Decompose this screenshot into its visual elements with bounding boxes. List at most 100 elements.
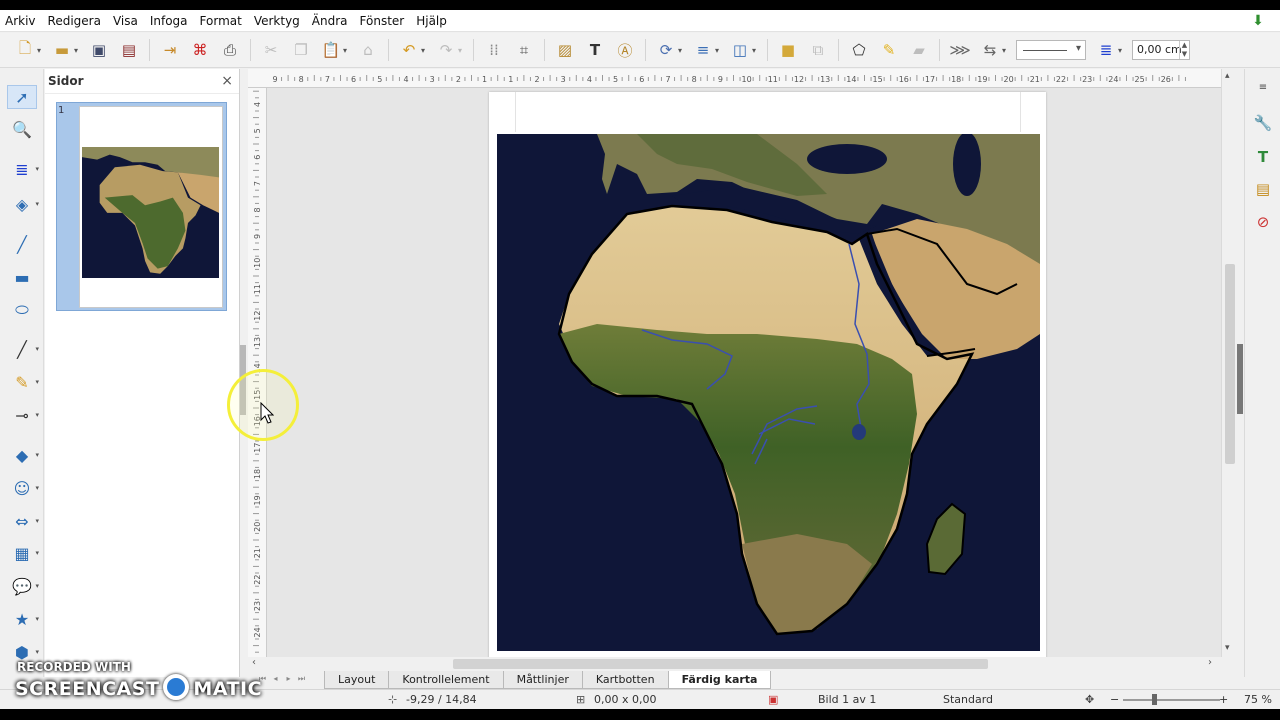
drawing-canvas[interactable] — [267, 88, 1221, 657]
zoom-out-button[interactable]: − — [1110, 693, 1119, 706]
slide-thumbnail[interactable] — [79, 106, 223, 308]
new-document-icon[interactable]: 🗋 — [13, 38, 37, 62]
line-width-field[interactable]: 0,00 cm ▲ ▼ — [1132, 40, 1190, 60]
tab-mattlinjer[interactable]: Måttlinjer — [502, 671, 583, 689]
line-color-dropdown-icon[interactable]: ▾ — [1118, 46, 1126, 55]
arrange-dropdown-icon[interactable]: ▾ — [752, 46, 760, 55]
pdf-icon[interactable]: ⌘ — [188, 38, 212, 62]
gallery-icon[interactable]: ▤ — [1251, 177, 1275, 201]
horizontal-scrollbar[interactable]: ‹ › — [248, 657, 1221, 671]
export-icon[interactable]: ⇥ — [158, 38, 182, 62]
cut-icon[interactable]: ✂ — [259, 38, 283, 62]
copy-icon[interactable]: ❐ — [289, 38, 313, 62]
menu-andra[interactable]: Ändra — [306, 10, 354, 32]
zoom-slider-knob[interactable] — [1152, 694, 1157, 705]
open-icon[interactable]: ▬ — [50, 38, 74, 62]
line-color-tool-icon[interactable]: ≣ ▾ — [7, 157, 39, 181]
fit-page-icon[interactable]: ✥ — [1085, 693, 1094, 706]
undo-icon[interactable]: ↶ — [397, 38, 421, 62]
lines-arrows-icon[interactable]: ╱ ▾ — [7, 337, 39, 361]
close-icon[interactable]: × — [221, 73, 233, 89]
line-width-spinner-icon[interactable]: ▲ ▼ — [1179, 41, 1189, 59]
scroll-down-icon[interactable]: ▾ — [1225, 643, 1230, 653]
align-dropdown-icon[interactable]: ▾ — [715, 46, 723, 55]
curve-icon[interactable]: ✎ ▾ — [7, 370, 39, 394]
sidebar-collapse-handle[interactable] — [1237, 344, 1243, 414]
first-tab-icon[interactable]: ⏮ — [256, 674, 269, 684]
vertical-scrollbar[interactable]: ▴ ▾ — [1221, 69, 1237, 657]
shadow-icon[interactable]: ■ — [776, 38, 800, 62]
menu-verktyg[interactable]: Verktyg — [248, 10, 306, 32]
flowchart-icon[interactable]: ▦ ▾ — [7, 541, 39, 565]
print-icon[interactable]: ⎙ — [218, 38, 242, 62]
menu-visa[interactable]: Visa — [107, 10, 144, 32]
callouts-icon[interactable]: 💬 ▾ — [7, 574, 39, 598]
stars-icon[interactable]: ★ ▾ — [7, 607, 39, 631]
menu-format[interactable]: Format — [194, 10, 248, 32]
scroll-right-icon[interactable]: › — [1208, 657, 1212, 668]
next-tab-icon[interactable]: ▸ — [282, 674, 295, 684]
horizontal-scroll-thumb[interactable] — [453, 659, 988, 669]
arrange-icon[interactable]: ◫ — [728, 38, 752, 62]
rectangle-icon[interactable]: ▬ — [7, 265, 37, 289]
prev-tab-icon[interactable]: ◂ — [269, 674, 282, 684]
undo-dropdown-icon[interactable]: ▾ — [421, 46, 429, 55]
fontwork-icon[interactable]: Ⓐ — [613, 38, 637, 62]
line-icon[interactable]: ⋙ — [948, 38, 972, 62]
sidebar-menu-icon[interactable]: ≡ — [1251, 75, 1275, 99]
redo-dropdown-icon[interactable]: ▾ — [458, 46, 466, 55]
symbol-shapes-icon[interactable]: ☺ ▾ — [7, 476, 39, 500]
tab-kartbotten[interactable]: Kartbotten — [581, 671, 669, 689]
extrusion-icon[interactable]: ▰ — [907, 38, 931, 62]
rotate-dropdown-icon[interactable]: ▾ — [678, 46, 686, 55]
menu-fonster[interactable]: Fönster — [354, 10, 411, 32]
area-icon[interactable]: ⇆ — [978, 38, 1002, 62]
rotate-icon[interactable]: ⟳ — [654, 38, 678, 62]
tab-layout[interactable]: Layout — [324, 671, 390, 689]
menu-infoga[interactable]: Infoga — [144, 10, 194, 32]
zoom-in-button[interactable]: + — [1219, 693, 1228, 706]
properties-icon[interactable]: 🔧 — [1251, 111, 1275, 135]
grid-icon[interactable]: ⁞⁞ — [482, 38, 506, 62]
paste-dropdown-icon[interactable]: ▾ — [343, 46, 351, 55]
zoom-icon[interactable]: 🔍 — [7, 117, 37, 141]
connector-icon[interactable]: ⊸ ▾ — [7, 403, 39, 427]
vertical-scroll-thumb[interactable] — [1225, 264, 1235, 464]
3d-objects-icon[interactable]: ⬢ ▾ — [7, 640, 39, 664]
align-icon[interactable]: ≡ — [691, 38, 715, 62]
export-pdf-icon[interactable]: ▤ — [117, 38, 141, 62]
line-tool-icon[interactable]: ╱ — [7, 232, 37, 256]
zoom-slider[interactable] — [1123, 699, 1220, 701]
update-download-icon[interactable]: ⬇ — [1250, 13, 1266, 29]
glue-points-icon[interactable]: ✎ — [877, 38, 901, 62]
basic-shapes-icon[interactable]: ◆ ▾ — [7, 443, 39, 467]
helplines-icon[interactable]: ⌗ — [512, 38, 536, 62]
styles-icon[interactable]: T — [1251, 145, 1275, 169]
ellipse-icon[interactable]: ⬭ — [7, 298, 37, 322]
text-box-icon[interactable]: T — [583, 38, 607, 62]
menu-redigera[interactable]: Redigera — [42, 10, 107, 32]
tab-fardig-karta[interactable]: Färdig karta — [667, 671, 772, 689]
line-color-icon[interactable]: ≣ — [1094, 38, 1118, 62]
africa-satellite-map[interactable] — [497, 134, 1040, 651]
points-icon[interactable]: ⬠ — [847, 38, 871, 62]
clone-format-icon[interactable]: ⌂ — [356, 38, 380, 62]
navigator-icon[interactable]: ⊘ — [1251, 210, 1275, 234]
paste-icon[interactable]: 📋 — [319, 38, 343, 62]
scroll-up-icon[interactable]: ▴ — [1225, 71, 1230, 81]
scroll-left-icon[interactable]: ‹ — [252, 657, 256, 668]
last-tab-icon[interactable]: ⏭ — [295, 674, 308, 684]
save-icon[interactable]: ▣ — [87, 38, 111, 62]
fill-color-icon[interactable]: ◈ ▾ — [7, 192, 39, 216]
new-dropdown-icon[interactable]: ▾ — [37, 46, 45, 55]
zoom-percent[interactable]: 75 % — [1244, 693, 1272, 706]
document-modified-icon[interactable]: ▣ — [768, 693, 778, 706]
block-arrows-icon[interactable]: ⇔ ▾ — [7, 509, 39, 533]
open-dropdown-icon[interactable]: ▾ — [74, 46, 82, 55]
tab-kontrollelement[interactable]: Kontrollelement — [388, 671, 504, 689]
image-icon[interactable]: ▨ — [553, 38, 577, 62]
horizontal-ruler[interactable]: 9 8 7 6 5 4 3 2 1 1 2 3 4 5 6 7 8 9 10 11 12 13 14 15 16 17 18 19 20… — [248, 69, 1221, 88]
redo-icon[interactable]: ↷ — [434, 38, 458, 62]
line-style-dropdown[interactable] — [1016, 40, 1086, 60]
select-icon[interactable]: ➚ — [7, 85, 37, 109]
